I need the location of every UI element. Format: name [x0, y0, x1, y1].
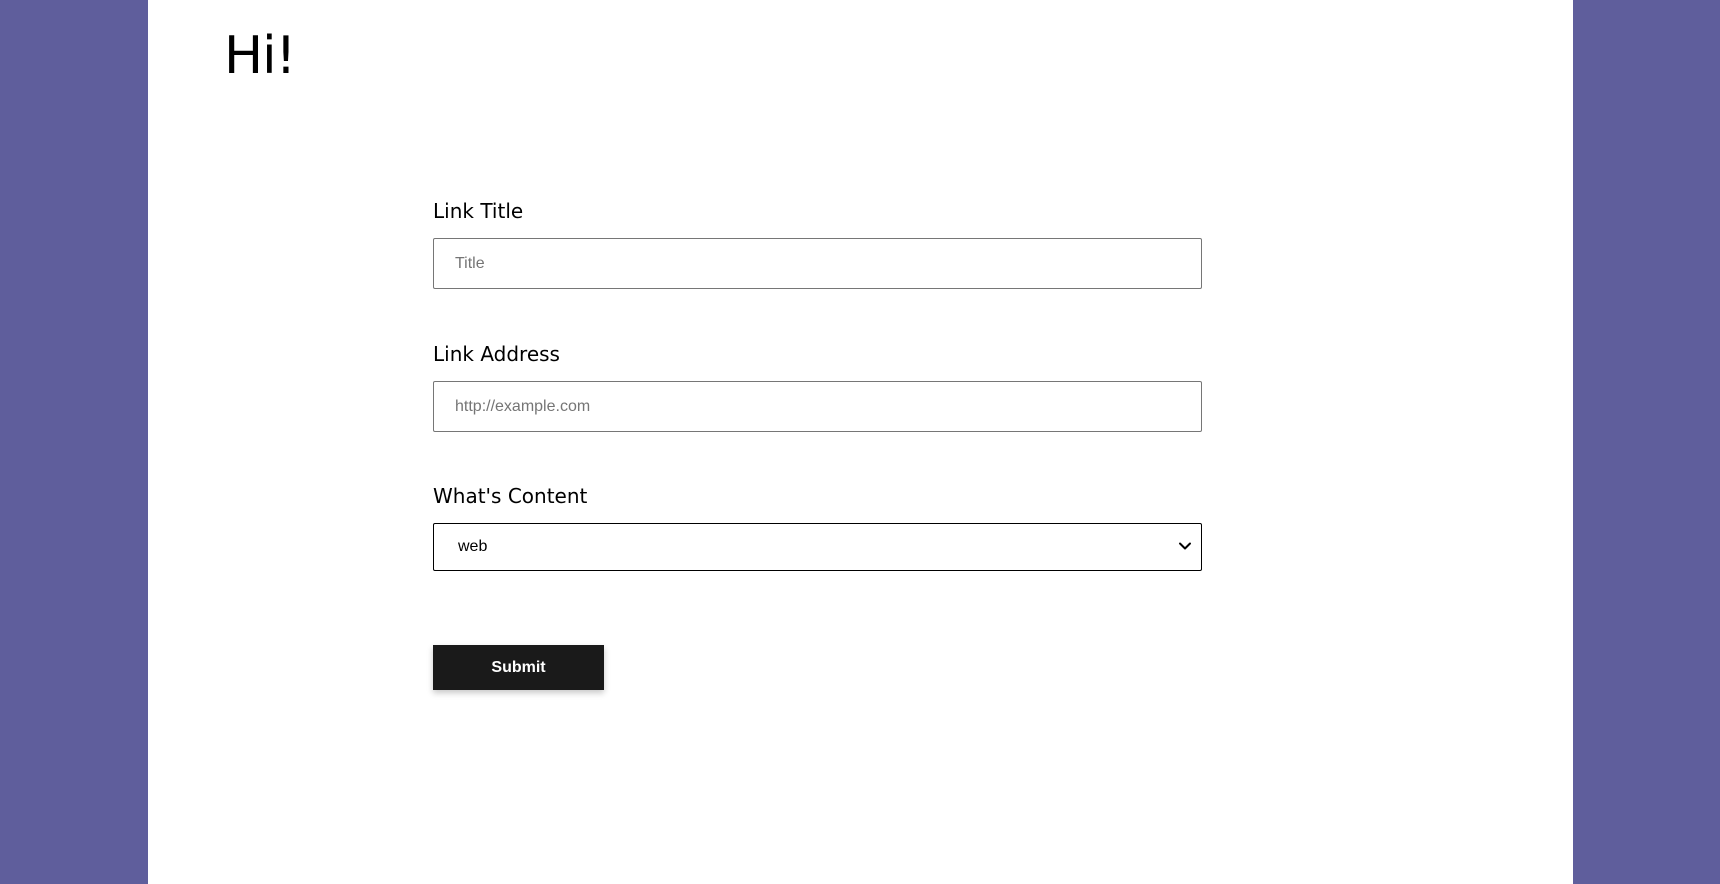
link-title-input[interactable] — [433, 238, 1202, 289]
content-type-label: What's Content — [433, 484, 588, 508]
link-form: Link Title Link Address What's Content w… — [433, 196, 1202, 690]
content-type-group: What's Content web — [433, 481, 1202, 571]
page-container: Hi! Link Title Link Address What's Conte… — [148, 0, 1573, 884]
content-type-select[interactable]: web — [433, 523, 1202, 571]
link-title-label: Link Title — [433, 199, 524, 223]
submit-button[interactable]: Submit — [433, 645, 604, 690]
link-address-label: Link Address — [433, 342, 560, 366]
content-type-selected-value: web — [458, 538, 488, 555]
chevron-down-icon — [1179, 542, 1191, 550]
link-title-group: Link Title — [433, 196, 1202, 289]
page-title: Hi! — [224, 26, 296, 86]
link-address-group: Link Address — [433, 339, 1202, 432]
link-address-input[interactable] — [433, 381, 1202, 432]
